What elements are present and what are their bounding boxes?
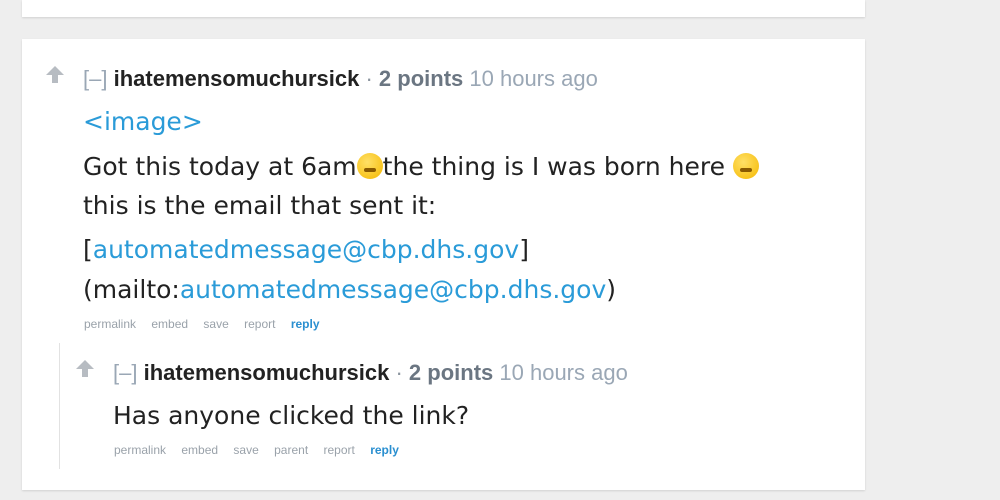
child-comment-actions: permalink embed save parent report reply bbox=[114, 443, 411, 457]
child-score: 2 points bbox=[408, 360, 494, 385]
comment-body-line-1: Got this today at 6am the thing is I was … bbox=[83, 152, 759, 181]
comment-body-line-2: this is the email that sent it: bbox=[83, 191, 437, 220]
author-link[interactable]: ihatemensomuchursick bbox=[114, 66, 360, 91]
child-timestamp[interactable]: 10 hours ago bbox=[499, 360, 627, 385]
child-parent-button[interactable]: parent bbox=[274, 443, 308, 457]
mailto-line: (mailto:automatedmessage@cbp.dhs.gov) bbox=[83, 275, 616, 304]
child-comment-header: [–] ihatemensomuchursick · 2 points 10 h… bbox=[113, 360, 628, 386]
email-line: [automatedmessage@cbp.dhs.gov] bbox=[83, 235, 529, 264]
bracket-close: ] bbox=[519, 235, 529, 264]
image-link[interactable]: <image> bbox=[83, 107, 203, 136]
timestamp[interactable]: 10 hours ago bbox=[469, 66, 597, 91]
reply-button[interactable]: reply bbox=[291, 317, 320, 331]
permalink-button[interactable]: permalink bbox=[84, 317, 136, 331]
collapse-toggle[interactable]: [–] bbox=[83, 66, 107, 91]
child-comment-body: Has anyone clicked the link? bbox=[113, 401, 470, 430]
embed-button[interactable]: embed bbox=[151, 317, 188, 331]
child-author-link[interactable]: ihatemensomuchursick bbox=[144, 360, 390, 385]
rolling-laughing-icon bbox=[732, 153, 759, 179]
score: 2 points bbox=[378, 66, 464, 91]
child-reply-button[interactable]: reply bbox=[370, 443, 399, 457]
body-text-part-2: the thing is I was born here bbox=[382, 152, 733, 181]
child-save-button[interactable]: save bbox=[233, 443, 258, 457]
comment-header: [–] ihatemensomuchursick · 2 points 10 h… bbox=[83, 66, 598, 92]
child-report-button[interactable]: report bbox=[324, 443, 355, 457]
child-permalink-button[interactable]: permalink bbox=[114, 443, 166, 457]
thread-line bbox=[59, 343, 60, 469]
email-link[interactable]: automatedmessage@cbp.dhs.gov bbox=[93, 235, 519, 264]
mailto-link[interactable]: automatedmessage@cbp.dhs.gov bbox=[180, 275, 606, 304]
comment-actions: permalink embed save report reply bbox=[84, 317, 332, 331]
report-button[interactable]: report bbox=[244, 317, 275, 331]
mailto-prefix: (mailto: bbox=[83, 275, 180, 304]
save-button[interactable]: save bbox=[203, 317, 228, 331]
child-embed-button[interactable]: embed bbox=[181, 443, 218, 457]
child-separator: · bbox=[395, 360, 403, 385]
separator: · bbox=[365, 66, 373, 91]
child-collapse-toggle[interactable]: [–] bbox=[113, 360, 137, 385]
body-text-part-1: Got this today at 6am bbox=[83, 152, 357, 181]
bracket-open: [ bbox=[83, 235, 93, 264]
previous-comment-card bbox=[22, 0, 865, 17]
mailto-suffix: ) bbox=[606, 275, 617, 304]
thinking-face-icon bbox=[356, 153, 383, 179]
